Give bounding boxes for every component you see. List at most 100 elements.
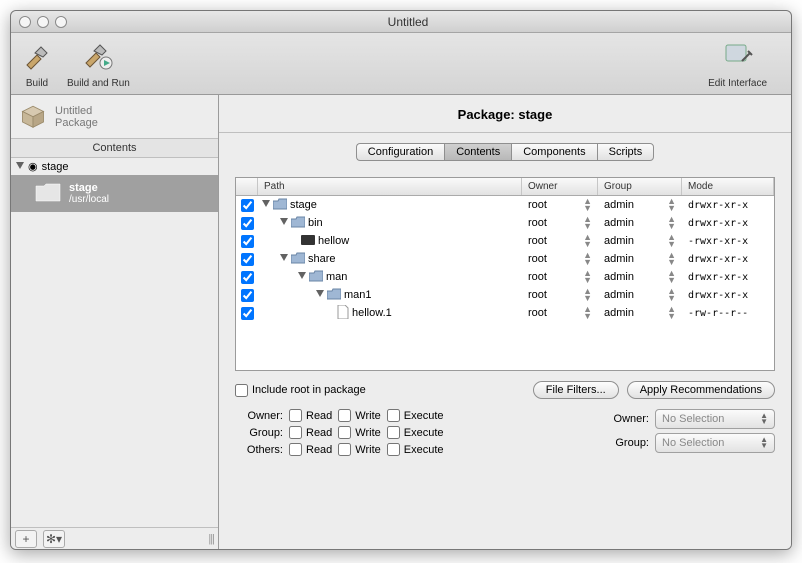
owner-write-checkbox[interactable]: Write <box>338 409 380 422</box>
row-checkbox[interactable] <box>241 307 254 320</box>
row-checkbox[interactable] <box>241 217 254 230</box>
disclosure-triangle-icon[interactable] <box>262 199 270 211</box>
sidebar-item-stage[interactable]: stage /usr/local <box>11 175 218 212</box>
owner-value: root <box>528 307 547 319</box>
owner-select[interactable]: No Selection ▲▼ <box>655 409 775 429</box>
table-row[interactable]: hellow.1root▲▼admin▲▼-rw-r--r-- <box>236 304 774 322</box>
build-and-run-button[interactable]: Build and Run <box>67 39 130 89</box>
toolbar: Build Build and Run Edit Interface <box>11 33 791 95</box>
stepper-icon: ▲▼ <box>760 437 768 449</box>
tree-item-stage[interactable]: ◉ stage <box>11 158 218 175</box>
disclosure-triangle-icon[interactable] <box>316 289 324 301</box>
include-root-checkbox[interactable]: Include root in package <box>235 384 366 397</box>
sidebar-head-sub: Package <box>55 117 98 129</box>
stepper-icon[interactable]: ▲▼ <box>583 216 592 230</box>
mode-value: drwxr-xr-x <box>682 254 774 265</box>
col-group[interactable]: Group <box>598 178 682 195</box>
file-icon <box>337 305 349 322</box>
tab-configuration[interactable]: Configuration <box>356 143 444 161</box>
stepper-icon[interactable]: ▲▼ <box>583 234 592 248</box>
owner-value: root <box>528 289 547 301</box>
tree-item-label: stage <box>42 161 69 173</box>
file-name: man <box>326 271 347 283</box>
group-value: admin <box>604 253 634 265</box>
stepper-icon: ▲▼ <box>760 413 768 425</box>
table-row[interactable]: man1root▲▼admin▲▼drwxr-xr-x <box>236 286 774 304</box>
others-execute-checkbox[interactable]: Execute <box>387 443 444 456</box>
sidebar-footer: + ✻▾ ||| <box>11 527 218 549</box>
action-menu-button[interactable]: ✻▾ <box>43 530 65 548</box>
sidebar-package-header[interactable]: Untitled Package <box>11 95 218 139</box>
group-select[interactable]: No Selection ▲▼ <box>655 433 775 453</box>
build-button[interactable]: Build <box>21 39 53 89</box>
add-button[interactable]: + <box>15 530 37 548</box>
col-mode[interactable]: Mode <box>682 178 774 195</box>
col-owner[interactable]: Owner <box>522 178 598 195</box>
file-name: stage <box>290 199 317 211</box>
exec-icon <box>301 234 315 249</box>
hammer-icon <box>21 39 53 76</box>
file-name: bin <box>308 217 323 229</box>
owner-value: root <box>528 271 547 283</box>
tab-contents[interactable]: Contents <box>444 143 511 161</box>
owner-read-checkbox[interactable]: Read <box>289 409 332 422</box>
table-row[interactable]: manroot▲▼admin▲▼drwxr-xr-x <box>236 268 774 286</box>
row-checkbox[interactable] <box>241 289 254 302</box>
sidebar-section-contents: Contents <box>11 139 218 158</box>
table-row[interactable]: binroot▲▼admin▲▼drwxr-xr-x <box>236 214 774 232</box>
others-write-checkbox[interactable]: Write <box>338 443 380 456</box>
table-row[interactable]: stageroot▲▼admin▲▼drwxr-xr-x <box>236 196 774 214</box>
include-root-label: Include root in package <box>252 384 366 396</box>
disclosure-triangle-icon[interactable] <box>280 253 288 265</box>
disclosure-triangle-icon[interactable] <box>280 217 288 229</box>
stepper-icon[interactable]: ▲▼ <box>583 306 592 320</box>
mode-value: drwxr-xr-x <box>682 272 774 283</box>
table-row[interactable]: hellowroot▲▼admin▲▼-rwxr-xr-x <box>236 232 774 250</box>
stepper-icon[interactable]: ▲▼ <box>667 252 676 266</box>
tab-components[interactable]: Components <box>511 143 596 161</box>
group-execute-checkbox[interactable]: Execute <box>387 426 444 439</box>
edit-interface-button[interactable]: Edit Interface <box>708 39 767 89</box>
file-name: man1 <box>344 289 372 301</box>
folder-icon <box>291 252 305 267</box>
owner-execute-checkbox[interactable]: Execute <box>387 409 444 422</box>
row-checkbox[interactable] <box>241 199 254 212</box>
owner-value: root <box>528 235 547 247</box>
stepper-icon[interactable]: ▲▼ <box>667 288 676 302</box>
group-read-checkbox[interactable]: Read <box>289 426 332 439</box>
stepper-icon[interactable]: ▲▼ <box>667 270 676 284</box>
table-row[interactable]: shareroot▲▼admin▲▼drwxr-xr-x <box>236 250 774 268</box>
col-path[interactable]: Path <box>258 178 522 195</box>
group-value: admin <box>604 289 634 301</box>
stepper-icon[interactable]: ▲▼ <box>583 252 592 266</box>
stepper-icon[interactable]: ▲▼ <box>667 198 676 212</box>
apply-recommendations-button[interactable]: Apply Recommendations <box>627 381 775 399</box>
mode-value: -rwxr-xr-x <box>682 236 774 247</box>
sidebar-tree: ◉ stage stage /usr/local <box>11 158 218 527</box>
stepper-icon[interactable]: ▲▼ <box>583 270 592 284</box>
file-name: hellow.1 <box>352 307 392 319</box>
resize-grip-icon[interactable]: ||| <box>208 533 214 545</box>
folder-icon <box>291 216 305 231</box>
stepper-icon[interactable]: ▲▼ <box>667 216 676 230</box>
row-checkbox[interactable] <box>241 253 254 266</box>
file-filters-button[interactable]: File Filters... <box>533 381 619 399</box>
disclosure-triangle-icon[interactable] <box>15 161 24 173</box>
row-checkbox[interactable] <box>241 271 254 284</box>
options-row: Include root in package File Filters... … <box>235 381 775 399</box>
perm-others-label: Others: <box>235 444 283 456</box>
others-read-checkbox[interactable]: Read <box>289 443 332 456</box>
stepper-icon[interactable]: ▲▼ <box>667 306 676 320</box>
stepper-icon[interactable]: ▲▼ <box>583 288 592 302</box>
group-value: admin <box>604 199 634 211</box>
tab-scripts[interactable]: Scripts <box>597 143 655 161</box>
disclosure-triangle-icon[interactable] <box>298 271 306 283</box>
stepper-icon[interactable]: ▲▼ <box>667 234 676 248</box>
stepper-icon[interactable]: ▲▼ <box>583 198 592 212</box>
main-panel: Package: stage ConfigurationContentsComp… <box>219 95 791 549</box>
perm-group-label: Group: <box>235 427 283 439</box>
folder-icon <box>309 270 323 285</box>
group-write-checkbox[interactable]: Write <box>338 426 380 439</box>
row-checkbox[interactable] <box>241 235 254 248</box>
group-value: admin <box>604 307 634 319</box>
